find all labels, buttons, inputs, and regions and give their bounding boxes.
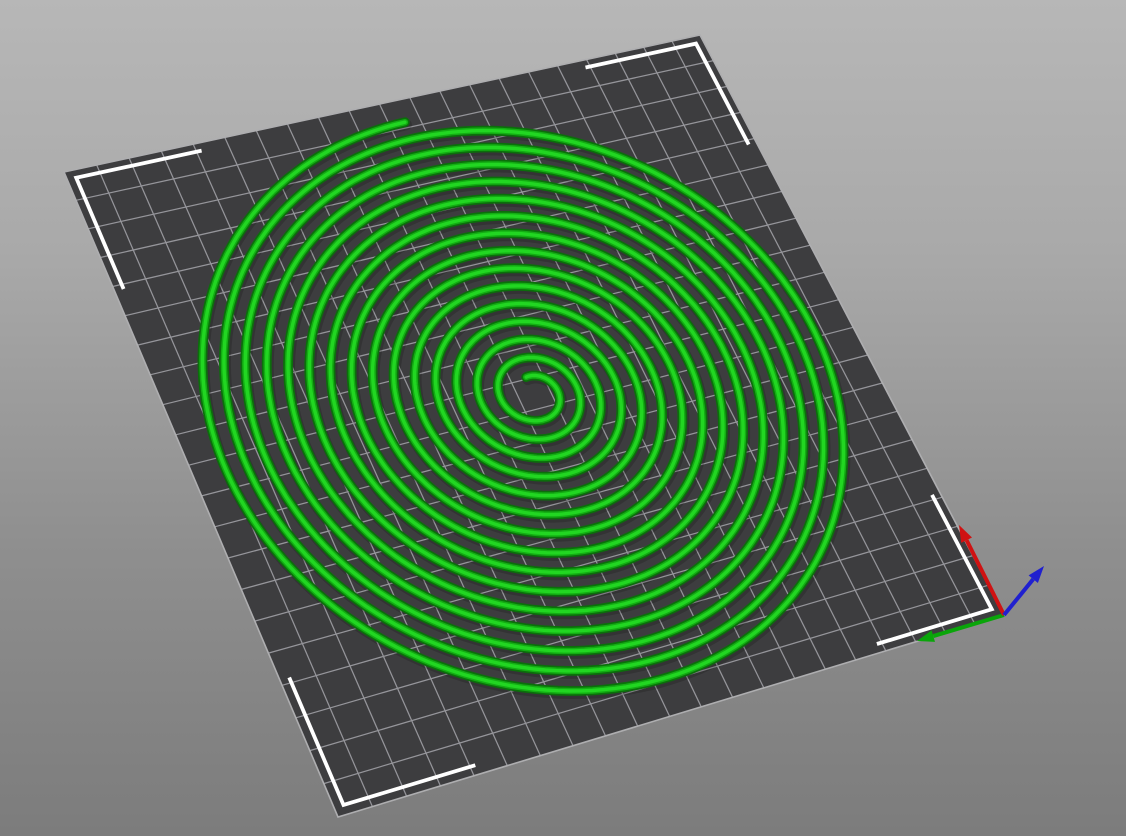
3d-viewport[interactable] [0,0,1126,836]
slicer-preview-canvas [0,0,1126,836]
z-axis [1004,566,1044,615]
